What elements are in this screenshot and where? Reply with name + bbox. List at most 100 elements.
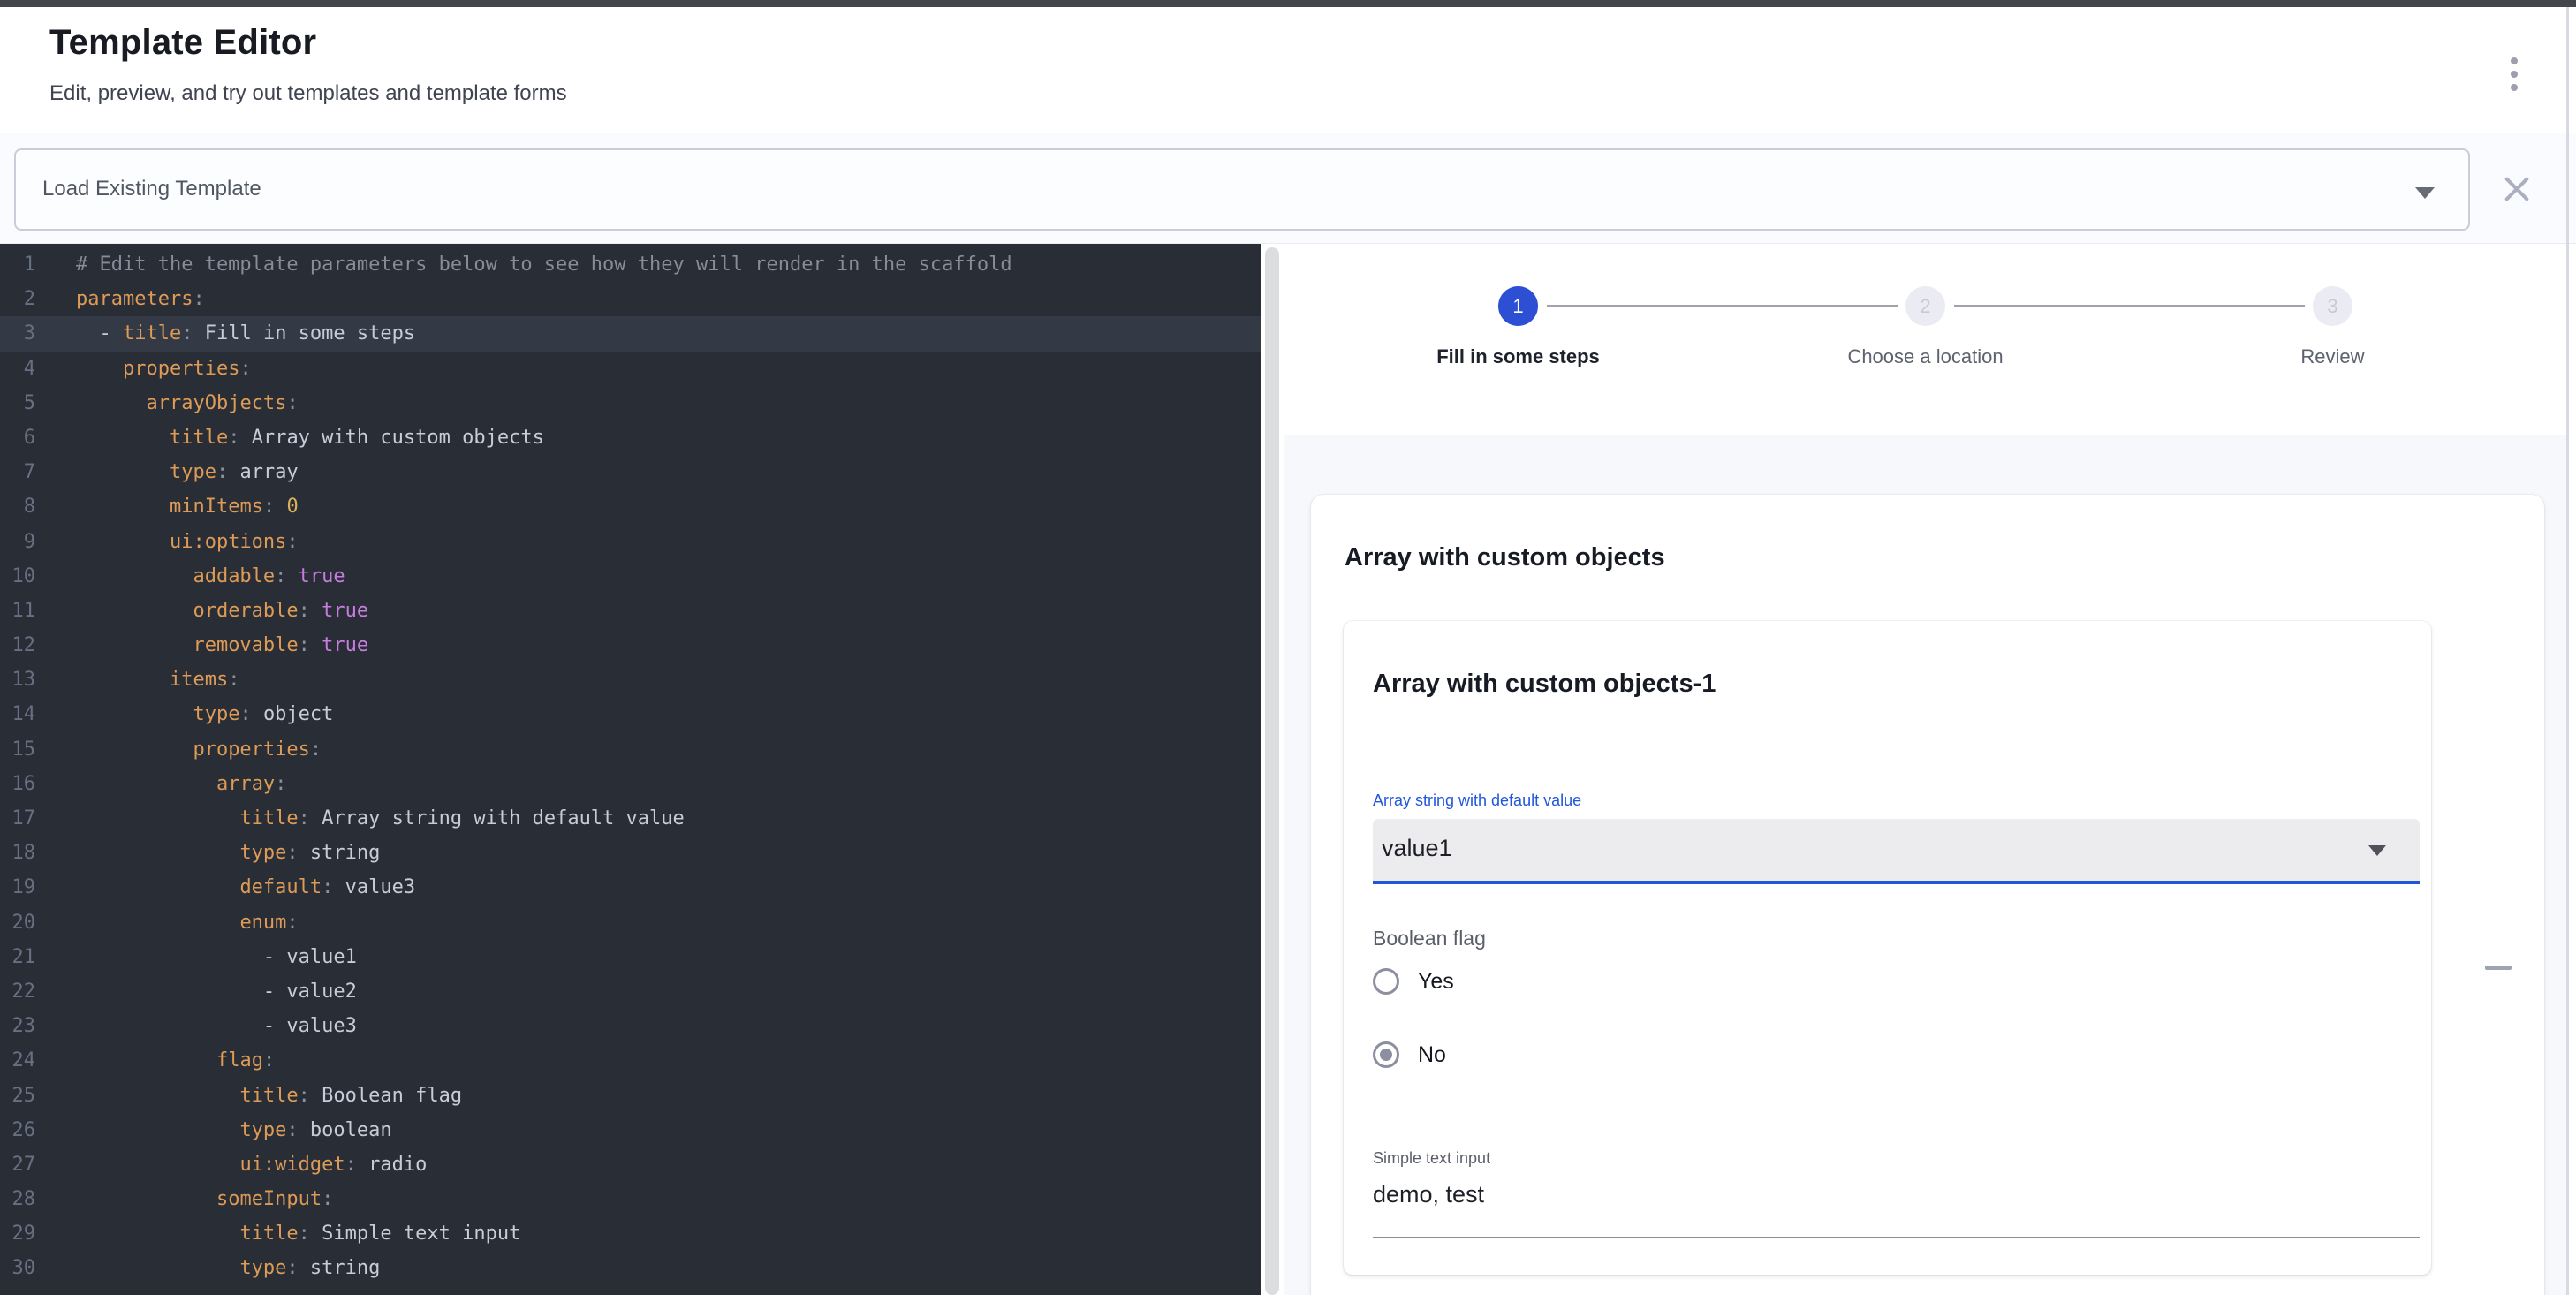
stepper-step[interactable]: 2Choose a location xyxy=(1722,244,2129,435)
chevron-down-icon xyxy=(2415,187,2435,199)
stepper-step[interactable]: 1Fill in some steps xyxy=(1315,244,1722,435)
code-line-text: addable: true xyxy=(49,559,345,594)
code-line-text: title: Array string with default value xyxy=(49,801,685,836)
array-item-card: Array with custom objects-1 Array string… xyxy=(1344,621,2431,1275)
code-line-text: arrayObjects: xyxy=(49,386,299,420)
code-line[interactable]: 16 array: xyxy=(0,767,1261,801)
code-line[interactable]: 12 removable: true xyxy=(0,628,1261,663)
code-line-text: enum: xyxy=(49,905,299,940)
code-line[interactable]: 26 type: boolean xyxy=(0,1113,1261,1147)
radio-option-label: No xyxy=(1418,1042,1446,1068)
code-line[interactable]: 11 orderable: true xyxy=(0,594,1261,628)
line-number: 1 xyxy=(0,247,49,282)
code-line-text: # Edit the template parameters below to … xyxy=(49,247,1012,282)
line-number: 29 xyxy=(0,1216,49,1251)
code-line-text: type: object xyxy=(49,697,333,731)
form-preview-panel: 1Fill in some steps2Choose a location3Re… xyxy=(1284,244,2566,1295)
code-line[interactable]: 9 ui:options: xyxy=(0,525,1261,559)
line-number: 9 xyxy=(0,525,49,559)
radio-option-yes[interactable]: Yes xyxy=(1373,966,1454,996)
select-field-label: Array string with default value xyxy=(1373,791,1581,810)
code-line[interactable]: 27 ui:widget: radio xyxy=(0,1147,1261,1182)
radio-option-no[interactable]: No xyxy=(1373,1040,1446,1070)
line-number: 16 xyxy=(0,767,49,801)
code-line-text: type: boolean xyxy=(49,1113,392,1147)
line-number: 20 xyxy=(0,905,49,940)
line-number: 13 xyxy=(0,663,49,697)
code-line[interactable]: 28 someInput: xyxy=(0,1182,1261,1216)
radio-checked-icon[interactable] xyxy=(1373,1041,1399,1068)
code-line-text: - value3 xyxy=(49,1009,357,1043)
step-label: Choose a location xyxy=(1722,345,2129,368)
code-line[interactable]: 22 - value2 xyxy=(0,974,1261,1009)
line-number: 14 xyxy=(0,697,49,731)
close-icon[interactable] xyxy=(2496,169,2537,209)
panel-splitter[interactable] xyxy=(1261,244,1284,1295)
code-line[interactable]: 23 - value3 xyxy=(0,1009,1261,1043)
code-line[interactable]: 4 properties: xyxy=(0,352,1261,386)
code-line[interactable]: 24 flag: xyxy=(0,1043,1261,1078)
code-line-text: properties: xyxy=(49,732,322,767)
code-line-text: title: Boolean flag xyxy=(49,1079,462,1113)
code-line[interactable]: 18 type: string xyxy=(0,836,1261,870)
minus-icon xyxy=(2485,966,2512,970)
code-line-text: flag: xyxy=(49,1043,275,1078)
text-field-underline xyxy=(1373,1237,2420,1238)
code-line[interactable]: 25 title: Boolean flag xyxy=(0,1079,1261,1113)
more-options-kebab-icon[interactable] xyxy=(2496,49,2532,99)
code-line-text: type: string xyxy=(49,1251,380,1285)
code-line[interactable]: 7 type: array xyxy=(0,455,1261,489)
yaml-code-editor[interactable]: 1# Edit the template parameters below to… xyxy=(0,244,1261,1295)
text-field-label: Simple text input xyxy=(1373,1149,1490,1168)
template-toolbar: Load Existing Template xyxy=(0,133,2576,244)
line-number: 30 xyxy=(0,1251,49,1285)
code-line[interactable]: 6 title: Array with custom objects xyxy=(0,420,1261,455)
code-line-text: someInput: xyxy=(49,1182,333,1216)
line-number: 10 xyxy=(0,559,49,594)
code-line-text: - title: Fill in some steps xyxy=(49,316,415,351)
line-number: 28 xyxy=(0,1182,49,1216)
line-number: 11 xyxy=(0,594,49,628)
code-line[interactable]: 5 arrayObjects: xyxy=(0,386,1261,420)
line-number: 26 xyxy=(0,1113,49,1147)
text-field-value[interactable]: demo, test xyxy=(1373,1181,1484,1208)
code-line[interactable]: 10 addable: true xyxy=(0,559,1261,594)
line-number: 23 xyxy=(0,1009,49,1043)
code-line[interactable]: 3 - title: Fill in some steps xyxy=(0,316,1261,351)
code-line[interactable]: 1# Edit the template parameters below to… xyxy=(0,247,1261,282)
code-line-text: parameters: xyxy=(49,282,205,316)
code-line[interactable]: 8 minItems: 0 xyxy=(0,489,1261,524)
array-string-select[interactable]: value1 xyxy=(1373,819,2420,881)
select-arrow-icon xyxy=(2368,845,2386,856)
remove-array-item-button[interactable] xyxy=(2470,950,2527,985)
line-number: 5 xyxy=(0,386,49,420)
code-line[interactable]: 29 title: Simple text input xyxy=(0,1216,1261,1251)
code-line[interactable]: 17 title: Array string with default valu… xyxy=(0,801,1261,836)
code-line[interactable]: 21 - value1 xyxy=(0,940,1261,974)
array-section-title: Array with custom objects xyxy=(1345,543,1665,572)
load-existing-template-placeholder: Load Existing Template xyxy=(42,177,261,201)
code-line[interactable]: 20 enum: xyxy=(0,905,1261,940)
line-number: 17 xyxy=(0,801,49,836)
code-line[interactable]: 13 items: xyxy=(0,663,1261,697)
load-existing-template-select[interactable]: Load Existing Template xyxy=(14,148,2470,231)
splitter-handle[interactable] xyxy=(1265,247,1279,1295)
step-number-badge: 1 xyxy=(1498,286,1538,326)
code-line[interactable]: 30 type: string xyxy=(0,1251,1261,1285)
stepper-step[interactable]: 3Review xyxy=(2129,244,2536,435)
code-line-text: ui:widget: radio xyxy=(49,1147,427,1182)
page-header: Template Editor Edit, preview, and try o… xyxy=(0,7,2576,133)
code-line[interactable]: 15 properties: xyxy=(0,732,1261,767)
code-line-text: - value2 xyxy=(49,974,357,1009)
radio-option-label: Yes xyxy=(1418,969,1454,995)
code-line[interactable]: 2parameters: xyxy=(0,282,1261,316)
panel-edge-divider xyxy=(2566,7,2569,1295)
code-line-text: orderable: true xyxy=(49,594,368,628)
code-line[interactable]: 14 type: object xyxy=(0,697,1261,731)
line-number: 6 xyxy=(0,420,49,455)
code-line-text: type: string xyxy=(49,836,380,870)
page-subtitle: Edit, preview, and try out templates and… xyxy=(49,81,567,106)
radio-unchecked-icon[interactable] xyxy=(1373,968,1399,995)
code-line-text: ui:options: xyxy=(49,525,299,559)
code-line[interactable]: 19 default: value3 xyxy=(0,870,1261,905)
